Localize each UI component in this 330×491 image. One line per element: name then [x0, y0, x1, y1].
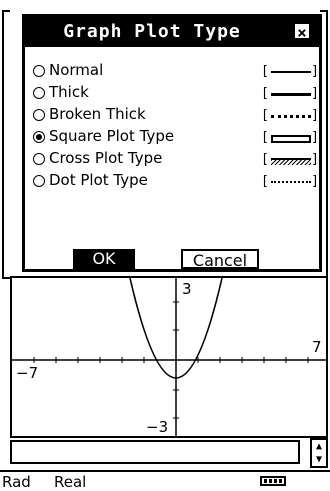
scroll-spinner[interactable]: ▲ ▼	[310, 438, 328, 468]
line-style-sample: []	[261, 152, 319, 167]
plot-option-dot[interactable]: Dot Plot Type []	[33, 171, 319, 193]
entry-line[interactable]	[10, 440, 300, 464]
close-icon[interactable]: ×	[293, 22, 311, 42]
status-bar: Rad Real	[0, 470, 330, 491]
x-min-label: −7	[16, 364, 38, 382]
plot-option-broken[interactable]: Broken Thick []	[33, 105, 319, 127]
number-mode: Real	[54, 473, 87, 491]
battery-icon	[260, 476, 286, 486]
plot-option-normal[interactable]: Normal []	[33, 61, 319, 83]
radio-button[interactable]	[33, 87, 45, 99]
plot-option-square[interactable]: Square Plot Type []	[33, 127, 319, 149]
plot-type-list: Normal[] Thick[] Broken Thick[] Square Plot…	[33, 61, 319, 193]
angle-mode: Rad	[2, 473, 31, 491]
plot-option-label: Thick	[49, 83, 89, 101]
radio-button[interactable]	[33, 131, 45, 143]
line-style-sample: []	[261, 174, 319, 189]
radio-button[interactable]	[33, 109, 45, 121]
dialog-titlebar: Graph Plot Type ×	[25, 17, 319, 47]
plot-option-thick[interactable]: Thick []	[33, 83, 319, 105]
plot-option-label: Cross Plot Type	[49, 149, 163, 167]
plot-option-label: Square Plot Type	[49, 127, 175, 145]
plot-option-cross[interactable]: Cross Plot Type []	[33, 149, 319, 171]
background-window-edge	[2, 10, 10, 279]
line-style-sample: []	[261, 64, 319, 79]
y-max-label: 3	[182, 280, 192, 298]
line-style-sample: []	[261, 130, 319, 145]
radio-button[interactable]	[33, 153, 45, 165]
radio-button[interactable]	[33, 65, 45, 77]
radio-button[interactable]	[33, 175, 45, 187]
y-min-label: −3	[146, 418, 168, 436]
line-style-sample: []	[261, 108, 319, 123]
plot-option-label: Dot Plot Type	[49, 171, 148, 189]
ok-button[interactable]: OK	[73, 249, 135, 269]
graph-window[interactable]: −7 7 3 −3	[10, 276, 328, 438]
cancel-button[interactable]: Cancel	[181, 249, 259, 270]
x-max-label: 7	[312, 338, 322, 356]
plot-option-label: Normal	[49, 61, 104, 79]
line-style-sample: []	[261, 86, 319, 101]
graph-plot-type-dialog: Graph Plot Type × Normal[] Thick[] Broken …	[22, 14, 322, 272]
plot-option-label: Broken Thick	[49, 105, 146, 123]
dialog-title: Graph Plot Type	[63, 21, 241, 42]
